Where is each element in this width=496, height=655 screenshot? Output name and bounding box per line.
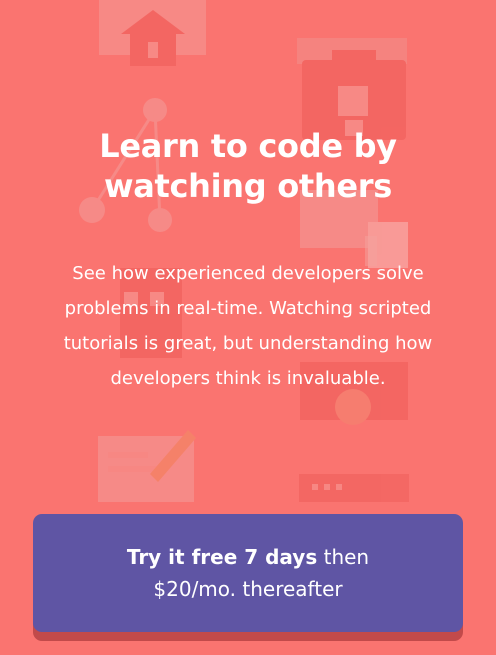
hero-title-line1: Learn to code by	[99, 127, 397, 165]
hero-description: See how experienced developers solve pro…	[63, 263, 433, 389]
free-trial-button[interactable]: Try it free 7 days then $20/mo. thereaft…	[33, 514, 463, 632]
free-trial-price-text: $20/mo. thereafter	[153, 577, 343, 601]
free-trial-then-text: then	[317, 545, 370, 569]
hero-title-line2: watching others	[103, 167, 393, 205]
briefcase-icon	[297, 38, 407, 140]
hero-title: Learn to code by watching others	[0, 126, 496, 206]
free-trial-emphasis: Try it free 7 days	[126, 545, 318, 569]
browser-window-icon	[299, 474, 409, 502]
house-icon	[99, 0, 206, 66]
pencil-icon	[98, 430, 196, 502]
